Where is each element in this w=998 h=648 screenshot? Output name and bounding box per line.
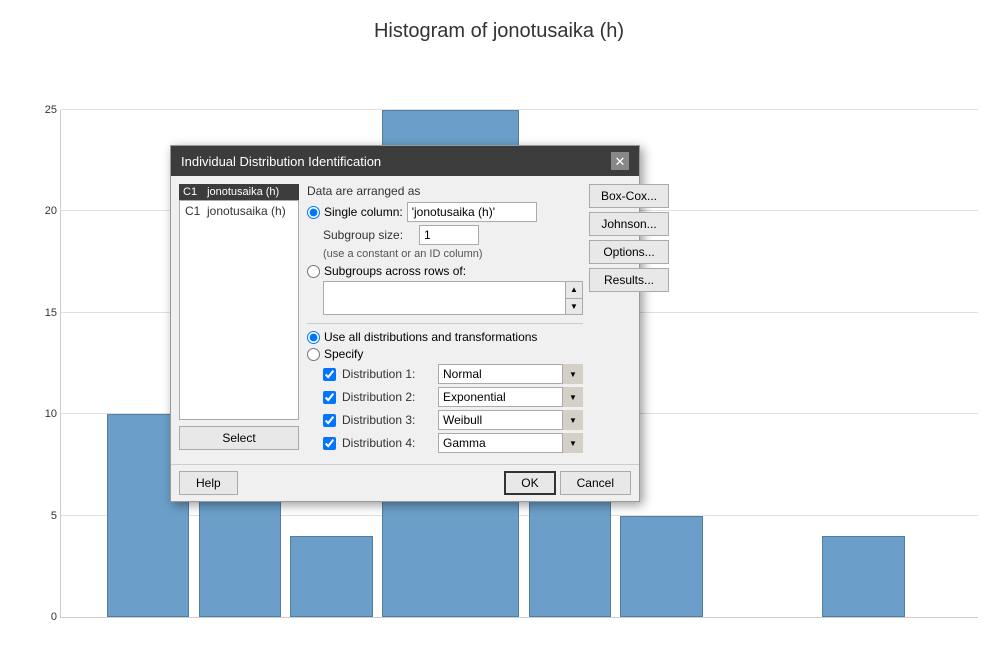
dist2-select[interactable]: Normal Exponential Weibull Gamma Logisti… xyxy=(438,387,583,407)
dist4-select[interactable]: Normal Exponential Weibull Gamma Logisti… xyxy=(438,433,583,453)
help-button[interactable]: Help xyxy=(179,471,238,495)
dist2-container: Normal Exponential Weibull Gamma Logisti… xyxy=(438,387,583,407)
footer-right: OK Cancel xyxy=(504,471,631,495)
subgroups-rows-radio[interactable] xyxy=(307,265,320,278)
dist1-label: Distribution 1: xyxy=(342,367,432,381)
dialog-overlay: Individual Distribution Identification ✕… xyxy=(0,0,998,648)
specify-row: Specify xyxy=(307,347,583,361)
col-list-box[interactable]: C1 jonotusaika (h) xyxy=(179,200,299,420)
dist2-label: Distribution 2: xyxy=(342,390,432,404)
cancel-button[interactable]: Cancel xyxy=(560,471,631,495)
spinner-down[interactable]: ▼ xyxy=(566,299,582,315)
results-button[interactable]: Results... xyxy=(589,268,669,292)
subgroup-size-row: Subgroup size: xyxy=(323,225,583,245)
spinner-up[interactable]: ▲ xyxy=(566,282,582,299)
single-column-input[interactable] xyxy=(407,202,537,222)
col-list-header: C1 jonotusaika (h) xyxy=(179,184,299,200)
dist4-row: Distribution 4: Normal Exponential Weibu… xyxy=(323,433,583,453)
close-button[interactable]: ✕ xyxy=(611,152,629,170)
dist1-row: Distribution 1: Normal Exponential Weibu… xyxy=(323,364,583,384)
dialog: Individual Distribution Identification ✕… xyxy=(170,145,640,502)
dialog-title: Individual Distribution Identification xyxy=(181,154,381,169)
subgroups-rows-row: Subgroups across rows of: xyxy=(307,264,583,278)
johnson-button[interactable]: Johnson... xyxy=(589,212,669,236)
action-buttons: Box-Cox... Johnson... Options... Results… xyxy=(589,184,669,456)
dist2-row: Distribution 2: Normal Exponential Weibu… xyxy=(323,387,583,407)
dist1-checkbox[interactable] xyxy=(323,368,336,381)
distribution-section: Use all distributions and transformation… xyxy=(307,323,583,453)
hint-text: (use a constant or an ID column) xyxy=(323,248,583,260)
single-column-row: Single column: xyxy=(307,202,583,222)
dist4-container: Normal Exponential Weibull Gamma Logisti… xyxy=(438,433,583,453)
use-all-label: Use all distributions and transformation… xyxy=(324,330,537,344)
col-list-panel: C1 jonotusaika (h) C1 jonotusaika (h) Se… xyxy=(179,184,299,456)
settings-top: Data are arranged as Single column: Subg… xyxy=(307,184,669,456)
use-all-radio[interactable] xyxy=(307,331,320,344)
options-button[interactable]: Options... xyxy=(589,240,669,264)
dist3-container: Normal Exponential Weibull Gamma Logisti… xyxy=(438,410,583,430)
dist1-container: Normal Exponential Weibull Gamma Logisti… xyxy=(438,364,583,384)
dialog-titlebar: Individual Distribution Identification ✕ xyxy=(171,146,639,176)
dist4-label: Distribution 4: xyxy=(342,436,432,450)
dist4-checkbox[interactable] xyxy=(323,437,336,450)
dist2-checkbox[interactable] xyxy=(323,391,336,404)
subgroups-rows-label: Subgroups across rows of: xyxy=(324,264,466,278)
dist3-row: Distribution 3: Normal Exponential Weibu… xyxy=(323,410,583,430)
list-item[interactable]: C1 jonotusaika (h) xyxy=(182,203,296,219)
specify-radio[interactable] xyxy=(307,348,320,361)
specify-label: Specify xyxy=(324,347,363,361)
dist3-checkbox[interactable] xyxy=(323,414,336,427)
single-column-label: Single column: xyxy=(324,205,403,219)
dist3-select[interactable]: Normal Exponential Weibull Gamma Logisti… xyxy=(438,410,583,430)
subgroup-input-area: ▲ ▼ xyxy=(323,281,583,315)
subgroup-size-label: Subgroup size: xyxy=(323,228,413,242)
footer-left: Help xyxy=(179,471,238,495)
select-button[interactable]: Select xyxy=(179,426,299,450)
dist3-label: Distribution 3: xyxy=(342,413,432,427)
use-all-row: Use all distributions and transformation… xyxy=(307,330,583,344)
settings-panel: Data are arranged as Single column: Subg… xyxy=(307,184,669,456)
dist1-select[interactable]: Normal Exponential Weibull Gamma Logisti… xyxy=(438,364,583,384)
subgroup-size-input[interactable] xyxy=(419,225,479,245)
dialog-body: C1 jonotusaika (h) C1 jonotusaika (h) Se… xyxy=(171,176,639,464)
data-arranged-label: Data are arranged as xyxy=(307,184,583,198)
subgroups-text-input[interactable] xyxy=(323,281,566,315)
ok-button[interactable]: OK xyxy=(504,471,555,495)
dialog-footer: Help OK Cancel xyxy=(171,464,639,501)
boxcox-button[interactable]: Box-Cox... xyxy=(589,184,669,208)
settings-main: Data are arranged as Single column: Subg… xyxy=(307,184,583,456)
single-column-radio[interactable] xyxy=(307,206,320,219)
